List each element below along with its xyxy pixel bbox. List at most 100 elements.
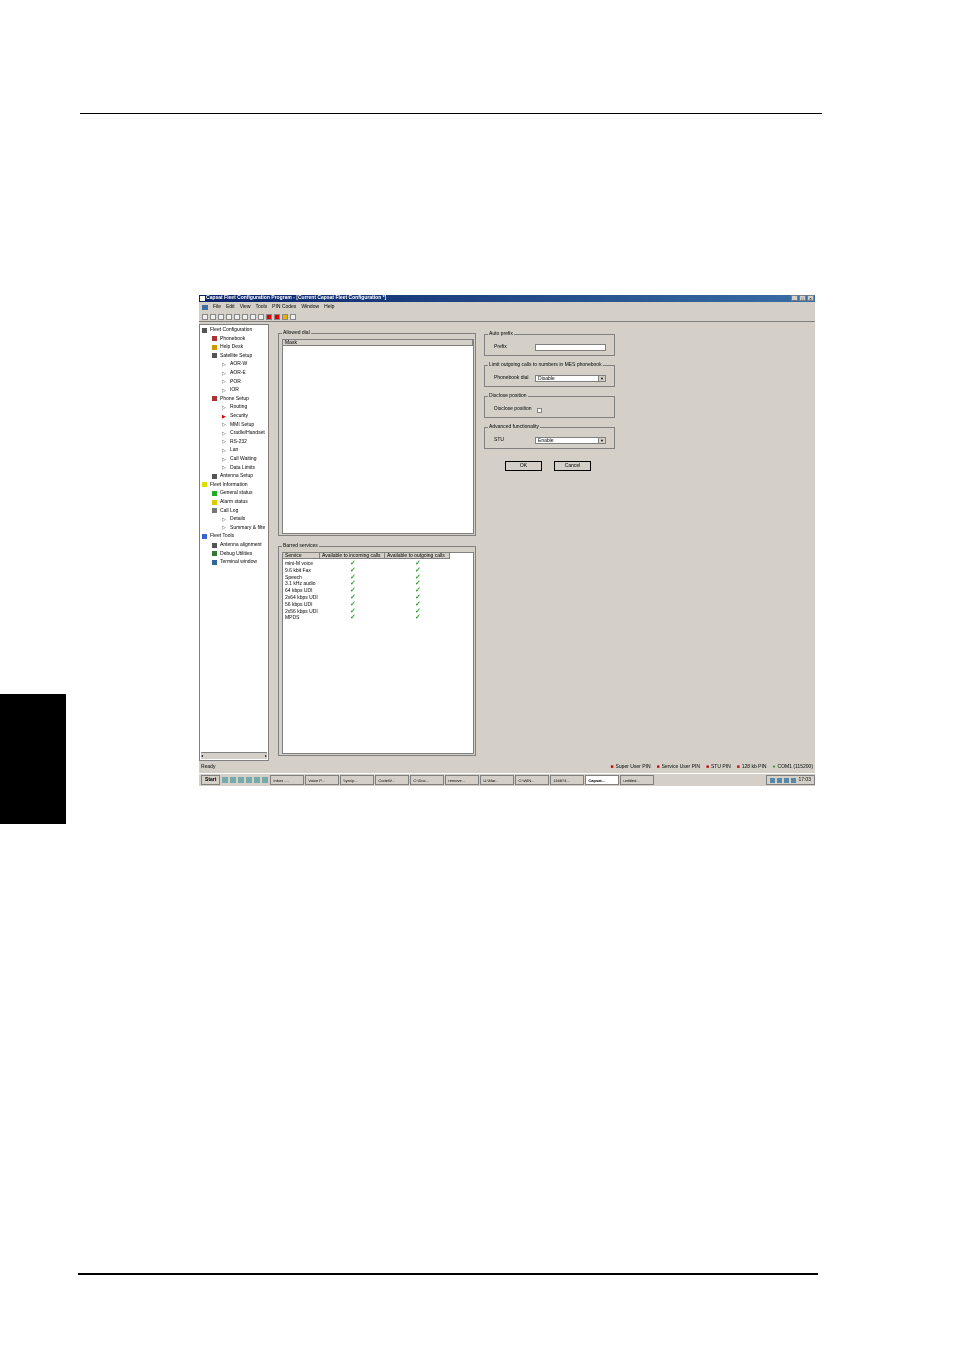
preview-icon[interactable]: [258, 313, 264, 320]
menu-edit[interactable]: Edit: [226, 304, 235, 310]
tree-item[interactable]: Data Limits: [222, 465, 255, 471]
service-row-label[interactable]: 3.1 kHz audio: [285, 581, 316, 587]
menu-view[interactable]: View: [240, 304, 251, 310]
tray-icon[interactable]: [777, 777, 783, 783]
tree-item[interactable]: Terminal window: [212, 559, 257, 565]
start-button[interactable]: Start: [201, 775, 221, 785]
taskbar-task[interactable]: \\yrc\p...: [340, 775, 375, 785]
service-row-label[interactable]: 9.6 kbit Fax: [285, 568, 311, 574]
phonebook-dial-select[interactable]: Disable ▼: [535, 375, 606, 382]
incoming-column-header[interactable]: Available to incoming calls: [320, 553, 385, 559]
quicklaunch-icon[interactable]: [222, 777, 229, 783]
tree-item[interactable]: POR: [222, 379, 241, 385]
minimize-button[interactable]: _: [791, 295, 798, 301]
check-icon[interactable]: ✓: [415, 601, 421, 608]
prefix-input[interactable]: [535, 344, 606, 351]
outgoing-column-header[interactable]: Available to outgoing calls: [385, 553, 450, 559]
tree-item[interactable]: AOR-E: [222, 370, 246, 376]
stop-icon[interactable]: [274, 313, 280, 320]
menu-help[interactable]: Help: [324, 304, 334, 310]
service-column-header[interactable]: Service: [283, 553, 320, 559]
ok-button[interactable]: OK: [505, 461, 542, 471]
tree-item[interactable]: Routing: [222, 404, 247, 410]
taskbar-task[interactable]: CodeW...: [375, 775, 410, 785]
check-icon[interactable]: ✓: [415, 614, 421, 621]
paste-icon[interactable]: [242, 313, 248, 320]
tree-item[interactable]: Fleet Information: [202, 482, 248, 488]
service-row-label[interactable]: mini-M voice: [285, 561, 313, 567]
check-icon[interactable]: ✓: [350, 614, 356, 621]
barred-services-list[interactable]: Service Available to incoming calls Avai…: [282, 552, 474, 754]
save-icon[interactable]: [218, 313, 224, 320]
tray-icon[interactable]: [791, 777, 797, 783]
horizontal-scrollbar[interactable]: ◂ ▸: [201, 752, 267, 759]
copy-icon[interactable]: [234, 313, 240, 320]
quicklaunch-icon[interactable]: [246, 777, 253, 783]
quicklaunch-icon[interactable]: [262, 777, 269, 783]
help-icon[interactable]: [282, 313, 288, 320]
mask-column-header[interactable]: Mask: [283, 340, 473, 346]
menu-pin-codes[interactable]: PIN Codes: [272, 304, 296, 310]
quicklaunch-icon[interactable]: [230, 777, 237, 783]
service-row-label[interactable]: Speech: [285, 575, 302, 581]
tree-item[interactable]: Cradle/Handset: [222, 430, 265, 436]
disclose-position-checkbox[interactable]: [537, 408, 542, 413]
stu-select[interactable]: Enable ▼: [535, 437, 606, 444]
dropdown-arrow-icon[interactable]: ▼: [598, 438, 605, 443]
taskbar-task[interactable]: remove...: [445, 775, 480, 785]
check-icon[interactable]: ✓: [350, 601, 356, 608]
check-icon[interactable]: ✓: [415, 567, 421, 574]
navigation-tree[interactable]: ◂ ▸ Fleet Configuration Phonebook Help Desk…: [199, 324, 269, 761]
print-icon[interactable]: [250, 313, 256, 320]
cut-icon[interactable]: [226, 313, 232, 320]
quicklaunch-icon[interactable]: [238, 777, 245, 783]
tree-item[interactable]: Alarm status: [212, 499, 248, 505]
taskbar-task[interactable]: Voice P...: [305, 775, 340, 785]
tree-item[interactable]: General status: [212, 490, 253, 496]
open-icon[interactable]: [210, 313, 216, 320]
tray-icon[interactable]: [770, 777, 776, 783]
taskbar-task[interactable]: untitled...: [620, 775, 655, 785]
taskbar-task[interactable]: Capsat...: [585, 775, 620, 785]
taskbar-task[interactable]: C:\WIN...: [515, 775, 550, 785]
service-row-label[interactable]: 64 kbps UDI: [285, 588, 313, 594]
tree-item[interactable]: Antenna Setup: [212, 473, 253, 479]
service-row-label[interactable]: 2x64 kbps UDI: [285, 595, 318, 601]
taskbar-task[interactable]: 116874...: [550, 775, 585, 785]
taskbar-task[interactable]: C:\Doc...: [410, 775, 445, 785]
service-row-label[interactable]: 2x56 kbps UDI: [285, 609, 318, 615]
tree-item[interactable]: Help Desk: [212, 344, 243, 350]
taskbar-task[interactable]: U:\Mar...: [480, 775, 515, 785]
tree-item[interactable]: Satellite Setup: [212, 353, 252, 359]
tray-icon[interactable]: [784, 777, 790, 783]
allowed-dial-list[interactable]: Mask: [282, 339, 474, 534]
tree-item[interactable]: RS-232: [222, 439, 247, 445]
tree-item[interactable]: Summary & filte: [222, 525, 265, 531]
tree-item[interactable]: Fleet Configuration: [202, 327, 252, 333]
cancel-button[interactable]: Cancel: [554, 461, 591, 471]
tree-item[interactable]: Security: [222, 413, 248, 419]
maximize-button[interactable]: □: [799, 295, 806, 301]
tree-item[interactable]: Details: [222, 516, 245, 522]
tree-item[interactable]: Phone Setup: [212, 396, 249, 402]
close-button[interactable]: ×: [807, 295, 814, 301]
tree-item[interactable]: Antenna alignment: [212, 542, 262, 548]
tree-item[interactable]: Lan: [222, 447, 238, 453]
service-row-label[interactable]: 56 kbps UDI: [285, 602, 313, 608]
tree-item[interactable]: IOR: [222, 387, 239, 393]
taskbar-task[interactable]: Inbox -...: [270, 775, 305, 785]
dropdown-arrow-icon[interactable]: ▼: [598, 376, 605, 381]
context-help-icon[interactable]: [290, 313, 296, 320]
tree-item[interactable]: Phonebook: [212, 336, 245, 342]
tree-item[interactable]: Fleet Tools: [202, 533, 234, 539]
menu-tools[interactable]: Tools: [255, 304, 267, 310]
title-bar[interactable]: Capsat Fleet Configuration Program - [Cu…: [199, 295, 815, 302]
new-icon[interactable]: [202, 313, 208, 320]
check-icon[interactable]: ✓: [350, 567, 356, 574]
quicklaunch-icon[interactable]: [254, 777, 261, 783]
tree-item[interactable]: Debug Utilities: [212, 551, 252, 557]
service-row-label[interactable]: MPDS: [285, 615, 299, 621]
tree-item[interactable]: Call Log: [212, 508, 238, 514]
tree-item[interactable]: Call Waiting: [222, 456, 257, 462]
disconnect-icon[interactable]: [266, 313, 272, 320]
